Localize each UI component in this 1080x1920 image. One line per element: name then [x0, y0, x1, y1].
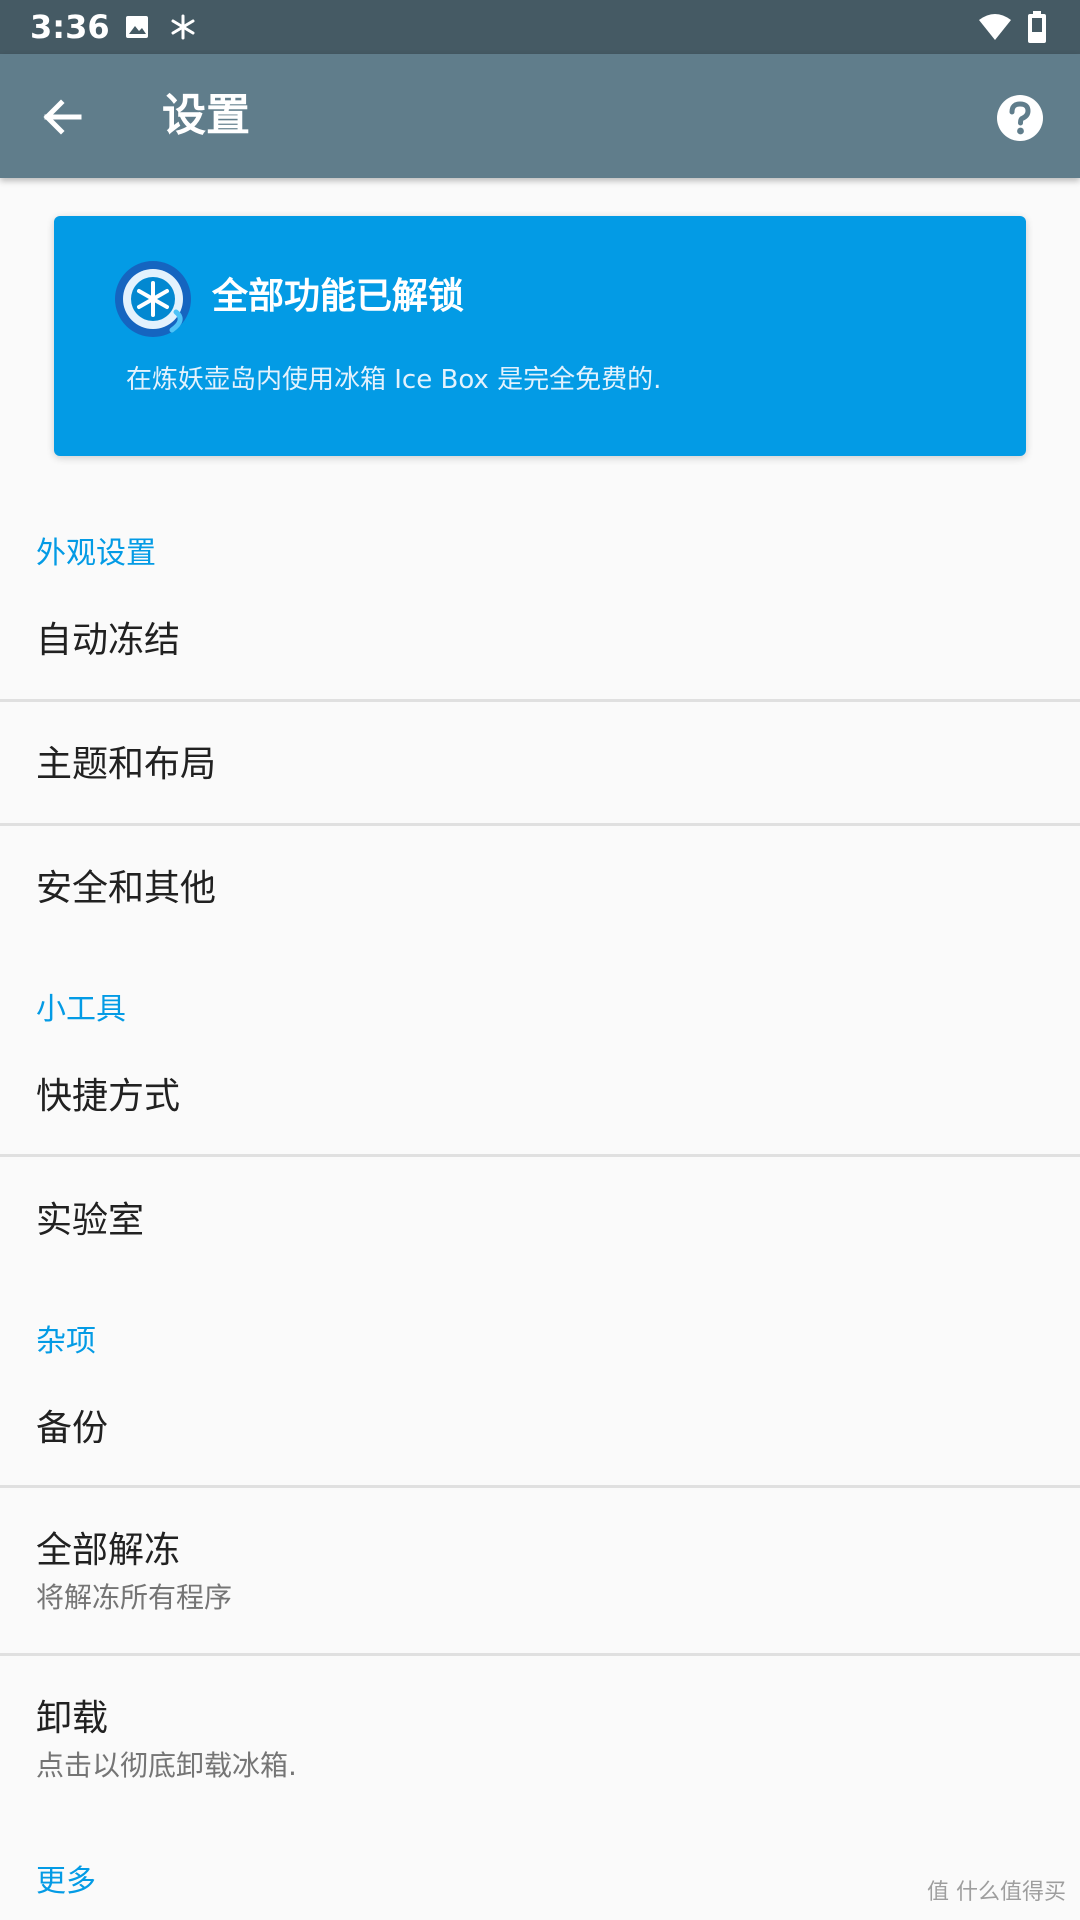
pref-title: 自动冻结: [36, 620, 181, 661]
pref-security-other[interactable]: 安全和其他: [0, 852, 1080, 948]
pref-theme-layout[interactable]: 主题和布局: [0, 728, 1080, 824]
pref-summary: 将解冻所有程序: [36, 1581, 233, 1614]
pref-uninstall[interactable]: 卸载 点击以彻底卸载冰箱.: [0, 1682, 1080, 1822]
pref-title: 备份: [36, 1408, 109, 1449]
pref-summary: 点击以彻底卸载冰箱.: [36, 1749, 297, 1782]
pref-lab[interactable]: 实验室: [0, 1184, 1080, 1280]
pref-shortcuts[interactable]: 快捷方式: [0, 1060, 1080, 1156]
pref-title: 卸载: [36, 1698, 109, 1739]
status-time: 3:36: [30, 8, 110, 46]
back-button[interactable]: [30, 84, 96, 150]
pref-title: 主题和布局: [36, 744, 217, 785]
wifi-icon: [978, 10, 1012, 44]
pref-title: 全部解冻: [36, 1530, 181, 1571]
app-bar: 设置: [0, 54, 1080, 178]
pref-title: 安全和其他: [36, 868, 217, 909]
section-header-misc: 杂项: [36, 1324, 96, 1359]
unlock-card[interactable]: 全部功能已解锁 在炼妖壶岛内使用冰箱 Ice Box 是完全免费的.: [54, 216, 1026, 456]
divider: [0, 1653, 1080, 1656]
divider: [0, 1485, 1080, 1488]
help-button[interactable]: [990, 88, 1050, 148]
watermark-text: 值 什么值得买: [927, 1880, 1066, 1905]
pref-title: 快捷方式: [36, 1076, 181, 1117]
arrow-left-icon: [43, 99, 82, 135]
divider: [0, 823, 1080, 826]
snowflake-icon: [166, 10, 200, 44]
pref-auto-freeze[interactable]: 自动冻结: [0, 604, 1080, 700]
divider: [0, 1154, 1080, 1157]
unlock-card-subtitle: 在炼妖壶岛内使用冰箱 Ice Box 是完全免费的.: [126, 365, 662, 395]
pref-backup[interactable]: 备份: [0, 1392, 1080, 1488]
section-header-more: 更多: [36, 1864, 96, 1899]
watermark: 值 什么值得买: [927, 1874, 1066, 1906]
ice-box-logo-icon: [114, 260, 192, 338]
pref-unfreeze-all[interactable]: 全部解冻 将解冻所有程序: [0, 1514, 1080, 1654]
battery-icon: [1020, 10, 1054, 44]
image-icon: [120, 10, 154, 44]
unlock-card-title: 全部功能已解锁: [212, 276, 465, 317]
status-bar: 3:36: [0, 0, 1080, 54]
divider: [0, 699, 1080, 702]
page-title: 设置: [162, 90, 250, 141]
section-header-tools: 小工具: [36, 992, 126, 1027]
help-circle-icon: [997, 95, 1043, 141]
section-header-appearance: 外观设置: [36, 536, 156, 571]
pref-title: 实验室: [36, 1200, 145, 1241]
